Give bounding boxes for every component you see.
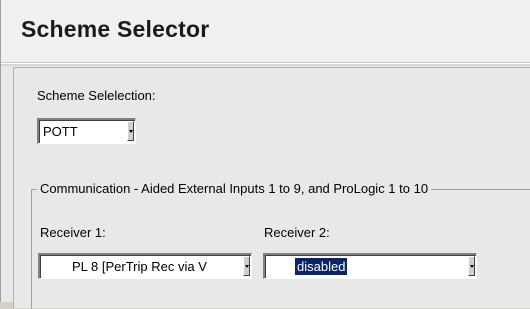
chevron-down-icon	[470, 265, 474, 268]
chevron-down-icon	[245, 265, 249, 268]
receiver1-label: Receiver 1:	[40, 225, 106, 240]
scheme-dropdown-button[interactable]	[127, 121, 134, 141]
receiver2-label: Receiver 2:	[264, 225, 330, 240]
page-title: Scheme Selector	[21, 16, 210, 42]
title-bar: Scheme Selector	[1, 0, 530, 63]
receiver1-dropdown-button[interactable]	[243, 256, 250, 276]
communication-groupbox	[31, 189, 530, 309]
receiver2-dropdown-button[interactable]	[468, 256, 475, 276]
scheme-dropdown[interactable]: POTT	[37, 118, 136, 144]
communication-group-title: Communication - Aided External Inputs 1 …	[37, 181, 432, 196]
receiver1-dropdown[interactable]: PL 8 [PerTrip Rec via V	[38, 253, 252, 279]
scheme-selection-label: Scheme Selelection:	[37, 88, 156, 103]
receiver2-dropdown-value-wrap: disabled	[295, 258, 348, 275]
scheme-dropdown-value: POTT	[43, 124, 78, 139]
receiver2-dropdown-value: disabled	[295, 258, 348, 275]
scheme-selector-panel: Scheme Selector Scheme Selelection: POTT…	[0, 0, 530, 309]
chevron-down-icon	[129, 130, 133, 133]
receiver2-dropdown[interactable]: disabled	[263, 253, 477, 279]
title-divider	[1, 63, 530, 66]
receiver1-dropdown-value: PL 8 [PerTrip Rec via V	[72, 259, 207, 274]
